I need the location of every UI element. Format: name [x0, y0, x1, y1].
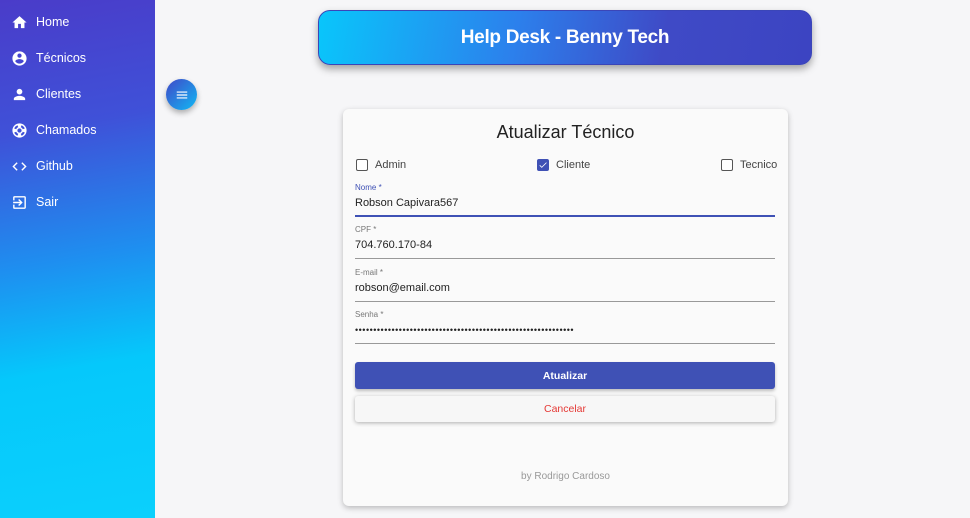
code-icon — [11, 158, 28, 175]
menu-toggle-button[interactable] — [166, 79, 197, 110]
app-header: Help Desk - Benny Tech — [318, 10, 812, 65]
cancel-button[interactable]: Cancelar — [355, 396, 775, 422]
sidebar-item-clientes[interactable]: Clientes — [0, 79, 155, 109]
update-button[interactable]: Atualizar — [355, 362, 775, 389]
sidebar-item-sair[interactable]: Sair — [0, 187, 155, 217]
app-title: Help Desk - Benny Tech — [460, 26, 670, 48]
email-field[interactable]: E-mail * robson@email.com — [355, 268, 775, 302]
field-underline — [355, 301, 775, 302]
home-icon — [11, 14, 28, 31]
person-icon — [11, 86, 28, 103]
checkbox-box[interactable] — [721, 159, 733, 171]
checkbox-box[interactable] — [537, 159, 549, 171]
cpf-field[interactable]: CPF * 704.760.170-84 — [355, 225, 775, 259]
sidebar-item-label: Técnicos — [36, 51, 87, 65]
account-circle-icon — [11, 50, 28, 67]
support-icon — [11, 122, 28, 139]
sidebar-item-label: Clientes — [36, 87, 82, 101]
nome-input[interactable]: Robson Capivara567 — [355, 197, 458, 209]
email-label: E-mail * — [355, 268, 384, 277]
checkbox-tecnico[interactable]: Tecnico — [721, 158, 777, 172]
field-underline — [355, 258, 775, 259]
menu-icon — [175, 88, 189, 102]
checkbox-box[interactable] — [356, 159, 368, 171]
check-icon — [539, 162, 547, 168]
senha-label: Senha * — [355, 310, 384, 319]
field-underline — [355, 215, 775, 217]
checkbox-label: Admin — [375, 159, 407, 171]
update-form-card: Atualizar Técnico Admin Cliente Tecnico … — [343, 109, 788, 506]
sidebar: Home Técnicos Clientes Chamados Github S… — [0, 0, 155, 518]
checkbox-label: Tecnico — [740, 159, 778, 171]
senha-input[interactable]: ••••••••••••••••••••••••••••••••••••••••… — [355, 325, 574, 335]
senha-field[interactable]: Senha * ••••••••••••••••••••••••••••••••… — [355, 310, 775, 344]
sidebar-item-home[interactable]: Home — [0, 7, 155, 37]
nome-label: Nome * — [355, 183, 382, 192]
checkbox-label: Cliente — [556, 159, 591, 171]
sidebar-item-label: Chamados — [36, 123, 97, 137]
form-title: Atualizar Técnico — [496, 122, 635, 142]
sidebar-item-label: Home — [36, 15, 70, 29]
checkbox-cliente[interactable]: Cliente — [537, 158, 590, 172]
nome-field[interactable]: Nome * Robson Capivara567 — [355, 183, 775, 217]
sidebar-item-chamados[interactable]: Chamados — [0, 115, 155, 145]
sidebar-item-label: Github — [36, 159, 73, 173]
email-input[interactable]: robson@email.com — [355, 282, 450, 294]
sidebar-item-tecnicos[interactable]: Técnicos — [0, 43, 155, 73]
logout-icon — [11, 194, 28, 211]
checkbox-admin[interactable]: Admin — [356, 158, 406, 172]
field-underline — [355, 343, 775, 344]
sidebar-item-label: Sair — [36, 195, 59, 209]
cpf-input[interactable]: 704.760.170-84 — [355, 239, 432, 251]
sidebar-item-github[interactable]: Github — [0, 151, 155, 181]
footer-credit: by Rodrigo Cardoso — [521, 471, 610, 482]
cpf-label: CPF * — [355, 225, 377, 234]
